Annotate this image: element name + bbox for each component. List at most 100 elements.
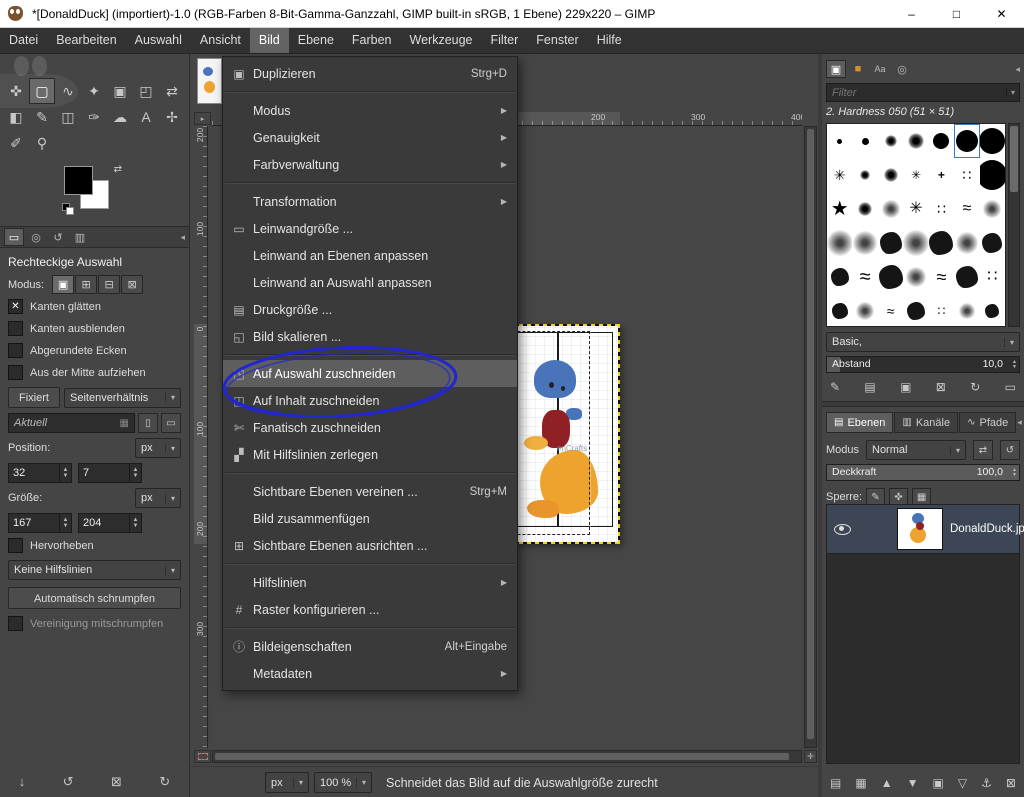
brush-item[interactable] [878, 124, 903, 158]
position-unit-dropdown[interactable]: px ▾ [135, 438, 181, 458]
aspect-ratio-input[interactable]: Aktuell ▦ [8, 413, 135, 433]
undo-history-tab[interactable]: ↺ [48, 228, 68, 246]
unit-dropdown[interactable]: px ▾ [265, 772, 309, 793]
quick-mask-toggle[interactable] [194, 750, 211, 763]
brush-item[interactable]: ∷ [929, 294, 954, 327]
size-width-spinner[interactable]: 167 ▲▼ [8, 513, 72, 533]
pencil-tool[interactable]: ✎ [29, 104, 55, 130]
close-button[interactable]: ✕ [979, 0, 1024, 27]
restore-tool-preset-icon[interactable]: ↺ [63, 774, 74, 790]
menu-item-sichtbare-ebenen-ausrichten[interactable]: ⊞Sichtbare Ebenen ausrichten ... [223, 532, 517, 559]
menubar-item-fenster[interactable]: Fenster [527, 28, 587, 53]
fuzzy-select-tool[interactable]: ✦ [81, 78, 107, 104]
tab-kanäle[interactable]: ▥Kanäle [894, 412, 958, 433]
spinner-arrows-icon[interactable]: ▲▼ [129, 514, 141, 532]
brush-item[interactable] [827, 226, 852, 260]
brush-item[interactable] [903, 124, 928, 158]
menu-item-duplizieren[interactable]: ▣DuplizierenStrg+D [223, 60, 517, 87]
brush-item[interactable]: ≈ [878, 294, 903, 327]
portrait-orientation-icon[interactable]: ▯ [138, 413, 158, 433]
brush-item[interactable] [827, 124, 852, 158]
duplicate-layer-icon[interactable]: ▣ [933, 776, 944, 790]
menubar-item-filter[interactable]: Filter [482, 28, 528, 53]
menu-item-auf-inhalt-zuschneiden[interactable]: ◰Auf Inhalt zuschneiden [223, 387, 517, 414]
brush-item[interactable]: ≈ [929, 260, 954, 294]
merge-down-icon[interactable]: ▽ [958, 776, 967, 790]
open-brush-as-image-icon[interactable]: ▭ [1005, 380, 1016, 394]
brush-filter-input[interactable] [827, 87, 1006, 99]
airbrush-tool[interactable]: ✢ [159, 104, 185, 130]
menu-item-hilfslinien[interactable]: Hilfslinien▶ [223, 569, 517, 596]
horizontal-scrollbar-thumb[interactable] [215, 753, 789, 760]
menu-item-auf-auswahl-zuschneiden[interactable]: ◳Auf Auswahl zuschneiden [223, 360, 517, 387]
menu-item-leinwand-an-ebenen[interactable]: Leinwand an Ebenen anpassen [223, 242, 517, 269]
brush-item[interactable] [878, 192, 903, 226]
save-tool-preset-icon[interactable]: ↓ [19, 774, 26, 790]
auto-shrink-button[interactable]: Automatisch schrumpfen [8, 587, 181, 609]
fixed-toggle-button[interactable]: Fixiert [8, 387, 60, 408]
layer-thumbnail[interactable] [897, 508, 943, 550]
menubar-item-ansicht[interactable]: Ansicht [191, 28, 250, 53]
menu-item-metadaten[interactable]: Metadaten▶ [223, 660, 517, 687]
images-tab[interactable]: ▥ [70, 228, 90, 246]
mode-replace-button[interactable]: ▣ [52, 275, 74, 294]
brush-item[interactable] [980, 158, 1005, 192]
kanten-ausblenden-checkbox[interactable] [8, 321, 23, 336]
eraser-tool[interactable]: ◫ [55, 104, 81, 130]
free-select-tool[interactable]: ∿ [55, 78, 81, 104]
brush-item[interactable]: ∷ [954, 158, 979, 192]
foreground-color-swatch[interactable] [64, 166, 93, 195]
text-tool[interactable]: A [133, 104, 159, 130]
ruler-corner-button[interactable]: ▸ [194, 112, 211, 125]
document-history-tab[interactable]: ◎ [892, 60, 912, 78]
menu-item-transformation[interactable]: Transformation▶ [223, 188, 517, 215]
tool-options-tab[interactable]: ▭ [4, 228, 24, 246]
color-picker-tool[interactable]: ✐ [3, 130, 29, 156]
menubar-item-ebene[interactable]: Ebene [289, 28, 343, 53]
layer-opacity-slider[interactable]: Deckkraft 100,0 ▲▼ [826, 464, 1020, 481]
maximize-button[interactable]: □ [934, 0, 979, 27]
menubar-item-farben[interactable]: Farben [343, 28, 401, 53]
brush-item[interactable] [878, 158, 903, 192]
menubar-item-auswahl[interactable]: Auswahl [126, 28, 191, 53]
brush-item[interactable] [980, 124, 1005, 158]
brush-item[interactable] [903, 294, 928, 327]
tab-ebenen[interactable]: ▤Ebenen [826, 412, 893, 433]
new-layer-icon[interactable]: ▤ [830, 776, 841, 790]
brush-item[interactable]: ★ [827, 192, 852, 226]
brush-item[interactable] [852, 294, 877, 327]
menubar-item-bild[interactable]: Bild [250, 28, 289, 53]
edit-brush-icon[interactable]: ✎ [830, 380, 840, 394]
brush-item[interactable] [852, 124, 877, 158]
highlight-checkbox[interactable] [8, 538, 23, 553]
spinner-arrows-icon[interactable]: ▲▼ [129, 464, 141, 482]
spinner-arrows-icon[interactable]: ▲▼ [59, 464, 71, 482]
delete-layer-icon[interactable]: ⊠ [1006, 776, 1016, 790]
brush-item[interactable] [903, 226, 928, 260]
navigation-button[interactable]: ✛ [804, 750, 817, 763]
menu-item-genauigkeit[interactable]: Genauigkeit▶ [223, 124, 517, 151]
menu-item-farbverwaltung[interactable]: Farbverwaltung▶ [223, 151, 517, 178]
brush-scrollbar[interactable] [1008, 123, 1020, 327]
brush-scrollbar-thumb[interactable] [1010, 126, 1018, 192]
brush-item[interactable] [929, 124, 954, 158]
brush-item[interactable] [852, 192, 877, 226]
menu-item-leinwandgroesse[interactable]: ▭Leinwandgröße ... [223, 215, 517, 242]
move-tool[interactable]: ✜ [3, 78, 29, 104]
brush-item[interactable] [827, 260, 852, 294]
vertical-ruler[interactable]: 2001000100200300 [194, 126, 208, 748]
duplicate-brush-icon[interactable]: ▣ [900, 380, 911, 394]
brush-item[interactable]: ≈ [852, 260, 877, 294]
vertical-scrollbar-thumb[interactable] [807, 129, 814, 739]
image-tab[interactable] [197, 58, 222, 104]
menu-item-bildeigenschaften[interactable]: ⓘBildeigenschaftenAlt+Eingabe [223, 633, 517, 660]
brush-item[interactable]: ✳ [903, 192, 928, 226]
brush-item[interactable] [852, 158, 877, 192]
brush-item[interactable] [954, 260, 979, 294]
spinner-arrows-icon[interactable]: ▲▼ [59, 514, 71, 532]
crop-tool[interactable]: ▣ [107, 78, 133, 104]
layer-visibility-icon[interactable] [827, 524, 857, 535]
kanten-glaetten-checkbox[interactable]: ✕ [8, 299, 23, 314]
menu-item-bild-zusammenfuegen[interactable]: Bild zusammenfügen [223, 505, 517, 532]
reset-colors-icon[interactable] [62, 203, 76, 216]
